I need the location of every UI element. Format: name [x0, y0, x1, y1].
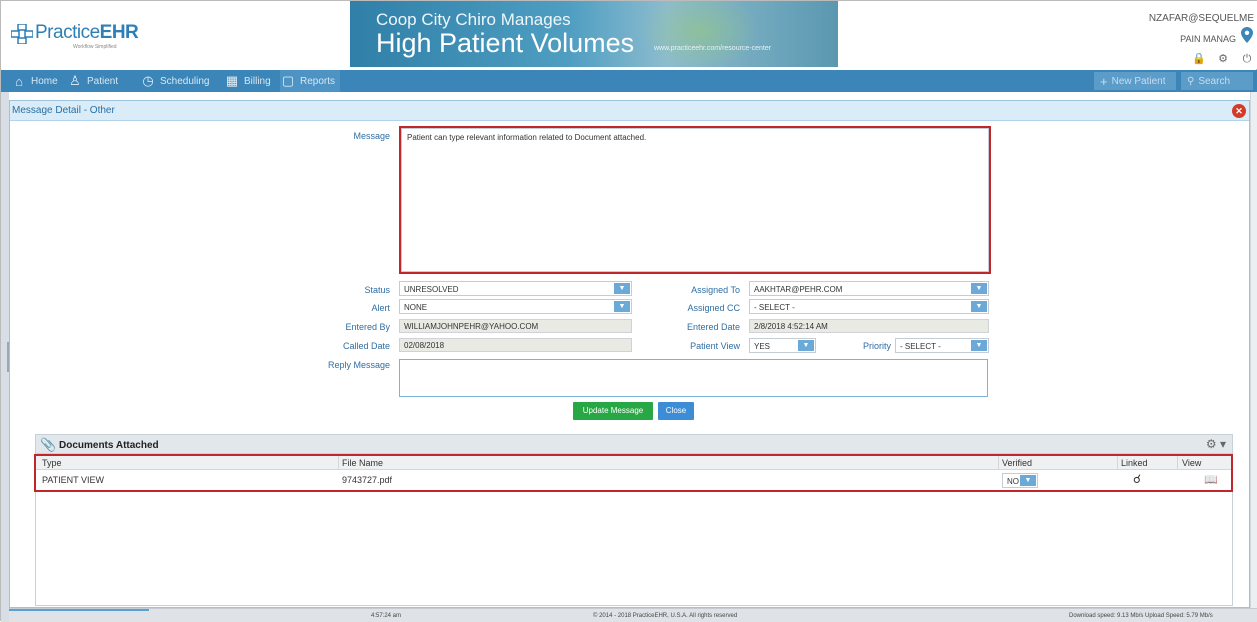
col-file-name[interactable]: File Name	[342, 458, 383, 468]
reports-icon: ▢	[281, 73, 295, 88]
clock-icon: ◷	[142, 73, 154, 88]
message-textarea[interactable]: Patient can type relevant information re…	[401, 128, 989, 272]
col-divider	[998, 455, 999, 470]
banner-leaf-image	[640, 1, 760, 67]
assigned-to-select[interactable]: AAKHTAR@PEHR.COM ▼	[749, 281, 989, 296]
footer-speed: Download speed: 9.13 Mb/s Upload Speed: …	[1069, 613, 1213, 619]
panel-title: Message Detail - Other	[12, 105, 115, 116]
table-header-row: Type File Name Verified Linked View	[36, 455, 1232, 470]
documents-table: Type File Name Verified Linked View PATI…	[35, 454, 1233, 606]
practice-name[interactable]: PAIN MANAG	[1180, 34, 1236, 44]
status-footer: 4:57:24 am © 2014 - 2018 PracticeEHR, U.…	[9, 608, 1257, 622]
priority-label: Priority	[862, 341, 891, 351]
message-label: Message	[353, 131, 390, 141]
panel-titlebar: Message Detail - Other ✕	[10, 101, 1249, 121]
col-type[interactable]: Type	[42, 458, 62, 468]
entered-date-field: 2/8/2018 4:52:14 AM	[749, 319, 989, 333]
entered-date-label: Entered Date	[686, 322, 740, 332]
paperclip-icon: 📎	[40, 437, 57, 452]
alert-select[interactable]: NONE ▼	[399, 299, 632, 314]
nav-scheduling[interactable]: ◷ Scheduling	[140, 70, 209, 92]
priority-select[interactable]: - SELECT - ▼	[895, 338, 989, 353]
assigned-to-label: Assigned To	[691, 285, 740, 295]
new-patient-button[interactable]: + New Patient	[1094, 72, 1176, 90]
practiceehr-logo[interactable]: PracticeEHR Workflow Simplified	[11, 20, 141, 52]
message-detail-panel: Message Detail - Other ✕ Message Patient…	[9, 100, 1250, 608]
promo-banner[interactable]: Coop City Chiro Manages High Patient Vol…	[350, 1, 838, 67]
called-date-field: 02/08/2018	[399, 338, 632, 352]
gear-menu-icon[interactable]: ⚙ ▾	[1206, 437, 1226, 451]
col-divider	[1117, 455, 1118, 470]
plus-icon: +	[1100, 73, 1108, 89]
patient-view-select[interactable]: YES ▼	[749, 338, 816, 353]
power-icon[interactable]: ⏻	[1240, 52, 1254, 66]
book-icon[interactable]: 📖	[1204, 473, 1218, 486]
billing-icon: ▦	[225, 73, 239, 88]
lock-icon[interactable]: 🔒	[1192, 52, 1206, 66]
verified-select[interactable]: NO ▼	[1002, 473, 1038, 488]
banner-line2: High Patient Volumes	[376, 28, 635, 58]
col-verified[interactable]: Verified	[1002, 458, 1032, 468]
col-divider	[338, 455, 339, 470]
chevron-down-icon: ▼	[971, 340, 987, 351]
chevron-down-icon: ▼	[971, 283, 987, 294]
gear-icon[interactable]: ⚙	[1216, 52, 1230, 66]
update-message-button[interactable]: Update Message	[573, 402, 653, 420]
col-view[interactable]: View	[1182, 458, 1201, 468]
nav-billing[interactable]: ▦ Billing	[224, 70, 271, 92]
banner-url: www.practiceehr.com/resource-center	[654, 45, 772, 52]
page-scrollbar[interactable]	[1250, 92, 1257, 608]
user-email[interactable]: NZAFAR@SEQUELME	[1149, 13, 1254, 24]
chevron-down-icon: ▼	[971, 301, 987, 312]
entered-by-field: WILLIAMJOHNPEHR@YAHOO.COM	[399, 319, 632, 333]
status-select[interactable]: UNRESOLVED ▼	[399, 281, 632, 296]
logo-mark-icon	[11, 24, 33, 44]
entered-by-label: Entered By	[345, 322, 390, 332]
footer-copyright: © 2014 - 2018 PracticeEHR, U.S.A. All ri…	[593, 613, 738, 619]
reply-message-textarea[interactable]	[399, 359, 988, 397]
close-button[interactable]: Close	[658, 402, 694, 420]
nav-patient[interactable]: ♙ Patient	[67, 70, 118, 92]
assigned-cc-label: Assigned CC	[687, 303, 740, 313]
documents-attached-header: 📎 Documents Attached ⚙ ▾	[35, 434, 1233, 454]
col-divider	[1177, 455, 1178, 470]
patient-icon: ♙	[69, 73, 81, 88]
logo-tagline: Workflow Simplified	[73, 44, 117, 50]
left-collapse-strip[interactable]	[1, 92, 13, 622]
chevron-down-icon: ▼	[1020, 475, 1036, 486]
header-icons: 🔒 ⚙ ⏻	[1192, 52, 1254, 66]
nav-home[interactable]: ⌂ Home	[11, 70, 58, 92]
footer-progress	[9, 609, 149, 611]
close-icon[interactable]: ✕	[1232, 104, 1246, 118]
assigned-cc-select[interactable]: - SELECT - ▼	[749, 299, 989, 314]
location-pin-icon[interactable]	[1241, 27, 1253, 43]
chevron-down-icon: ▼	[798, 340, 814, 351]
col-linked[interactable]: Linked	[1121, 458, 1148, 468]
called-date-label: Called Date	[342, 341, 390, 351]
nav-reports[interactable]: ▢ Reports	[280, 70, 341, 92]
patient-view-label: Patient View	[690, 341, 740, 351]
app-window: PracticeEHR Workflow Simplified Coop Cit…	[0, 0, 1257, 622]
main-nav: ⌂ Home ♙ Patient ◷ Scheduling ▦ Billing …	[1, 70, 1257, 92]
home-icon: ⌂	[15, 73, 23, 89]
app-header: PracticeEHR Workflow Simplified Coop Cit…	[1, 1, 1257, 69]
unlink-icon[interactable]: ☌	[1133, 472, 1141, 486]
cell-file-name[interactable]: 9743727.pdf	[342, 475, 392, 485]
search-button[interactable]: ⚲ Search	[1181, 72, 1253, 90]
logo-text: PracticeEHR	[35, 22, 139, 43]
status-label: Status	[364, 285, 390, 295]
footer-time: 4:57:24 am	[371, 613, 402, 619]
reply-message-label: Reply Message	[327, 360, 390, 370]
chevron-down-icon: ▼	[614, 301, 630, 312]
banner-line1: Coop City Chiro Manages	[376, 10, 571, 29]
chevron-down-icon: ▼	[614, 283, 630, 294]
search-icon: ⚲	[1187, 75, 1195, 87]
documents-title: Documents Attached	[59, 440, 159, 451]
alert-label: Alert	[371, 303, 390, 313]
cell-type: PATIENT VIEW	[42, 475, 105, 485]
